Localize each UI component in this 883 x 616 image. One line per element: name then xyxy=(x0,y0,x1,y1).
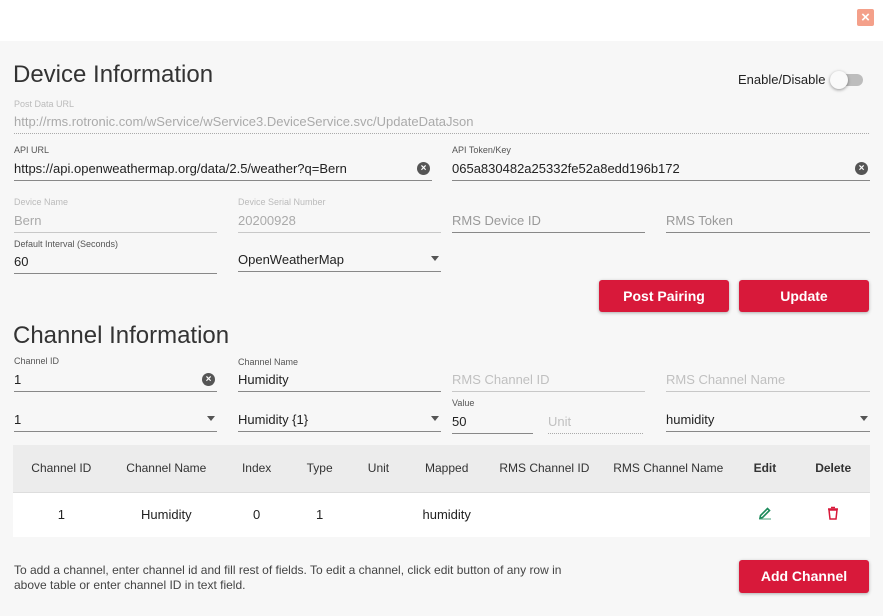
mapped-select-value: humidity xyxy=(666,412,715,427)
chevron-down-icon xyxy=(860,416,868,421)
api-url-value: https://api.openweathermap.org/data/2.5/… xyxy=(14,161,347,176)
api-token-input[interactable]: 065a830482a25332fe52a8edd196b172 × xyxy=(452,155,870,181)
dialog-body: Device Information Enable/Disable Post D… xyxy=(0,41,883,616)
interval-value: 60 xyxy=(14,254,29,269)
value-input[interactable]: 50 xyxy=(452,408,533,434)
cell-channel-name: Humidity xyxy=(141,507,192,523)
update-button[interactable]: Update xyxy=(739,280,869,312)
clear-icon[interactable]: × xyxy=(855,162,868,175)
col-type: Type xyxy=(306,461,333,476)
dialog-header: × xyxy=(0,0,883,41)
channels-table: Channel ID Channel Name Index Type Unit … xyxy=(13,445,870,537)
table-header-row: Channel ID Channel Name Index Type Unit … xyxy=(13,445,870,492)
rms-channel-id-input[interactable]: RMS Channel ID xyxy=(452,366,645,392)
serial-value: 20200928 xyxy=(238,213,296,228)
cell-mapped: humidity xyxy=(422,507,471,523)
col-delete: Delete xyxy=(815,461,852,476)
trash-icon[interactable] xyxy=(827,506,839,523)
col-channel-name: Channel Name xyxy=(126,461,207,476)
serial-field: 20200928 xyxy=(238,207,441,233)
value-value: 50 xyxy=(452,414,467,429)
enable-toggle-label: Enable/Disable xyxy=(738,72,826,87)
help-text: To add a channel, enter channel id and f… xyxy=(14,563,562,592)
post-url-value: http://rms.rotronic.com/wService/wServic… xyxy=(14,114,474,129)
chevron-down-icon xyxy=(431,256,439,261)
unit-field: Unit xyxy=(548,408,643,434)
mapped-select[interactable]: humidity xyxy=(666,406,870,432)
cell-rms-channel-name xyxy=(603,492,733,537)
toggle-knob xyxy=(830,71,848,89)
rms-token-placeholder: RMS Token xyxy=(666,213,733,228)
device-name-field: Bern xyxy=(14,207,217,233)
index-select-value: 1 xyxy=(14,412,22,427)
device-name-label: Device Name xyxy=(14,197,69,207)
col-edit: Edit xyxy=(753,461,777,476)
rms-channel-id-placeholder: RMS Channel ID xyxy=(452,372,550,387)
chevron-down-icon xyxy=(207,416,215,421)
col-rms-channel-id: RMS Channel ID xyxy=(499,461,590,476)
rms-channel-name-placeholder: RMS Channel Name xyxy=(666,372,786,387)
api-token-value: 065a830482a25332fe52a8edd196b172 xyxy=(452,161,680,176)
channel-id-label: Channel ID xyxy=(14,356,60,366)
device-name-value: Bern xyxy=(14,213,42,228)
provider-select[interactable]: OpenWeatherMap xyxy=(238,246,441,272)
api-url-label: API URL xyxy=(14,145,50,155)
channel-name-value: Humidity xyxy=(238,372,289,387)
cell-type: 1 xyxy=(316,507,324,523)
type-select-value: Humidity {1} xyxy=(238,412,309,427)
post-pairing-button[interactable]: Post Pairing xyxy=(599,280,729,312)
provider-value: OpenWeatherMap xyxy=(238,252,344,267)
close-icon[interactable]: × xyxy=(857,9,874,26)
rms-device-id-input[interactable]: RMS Device ID xyxy=(452,207,645,233)
api-url-input[interactable]: https://api.openweathermap.org/data/2.5/… xyxy=(14,155,432,181)
col-channel-id: Channel ID xyxy=(31,461,92,476)
cell-delete xyxy=(796,492,870,537)
rms-channel-name-input[interactable]: RMS Channel Name xyxy=(666,366,870,392)
col-index: Index xyxy=(241,461,272,476)
post-url-field: http://rms.rotronic.com/wService/wServic… xyxy=(14,108,869,134)
rms-token-input[interactable]: RMS Token xyxy=(666,207,870,233)
cell-channel-id: 1 xyxy=(57,507,65,523)
device-info-title: Device Information xyxy=(13,61,214,88)
chevron-down-icon xyxy=(431,416,439,421)
channel-name-input[interactable]: Humidity xyxy=(238,366,441,392)
interval-input[interactable]: 60 xyxy=(14,248,217,274)
rms-device-id-placeholder: RMS Device ID xyxy=(452,213,541,228)
channel-id-value: 1 xyxy=(14,372,22,387)
enable-toggle[interactable] xyxy=(830,70,864,90)
col-mapped: Mapped xyxy=(425,461,469,476)
value-label: Value xyxy=(452,398,475,408)
serial-label: Device Serial Number xyxy=(238,197,326,207)
type-select[interactable]: Humidity {1} xyxy=(238,406,441,432)
table-row[interactable]: 1 Humidity 0 1 humidity xyxy=(13,492,870,537)
cell-index: 0 xyxy=(253,507,261,523)
cell-edit xyxy=(733,492,796,537)
pencil-icon[interactable] xyxy=(758,506,772,523)
col-unit: Unit xyxy=(367,461,390,476)
channel-id-input[interactable]: 1 × xyxy=(14,366,217,392)
col-rms-channel-name: RMS Channel Name xyxy=(613,461,724,476)
cell-rms-channel-id xyxy=(486,492,604,537)
add-channel-button[interactable]: Add Channel xyxy=(739,560,869,593)
unit-placeholder: Unit xyxy=(548,414,572,429)
api-token-label: API Token/Key xyxy=(452,145,511,155)
clear-icon[interactable]: × xyxy=(417,162,430,175)
cell-unit xyxy=(349,492,408,537)
clear-icon[interactable]: × xyxy=(202,373,215,386)
channel-info-title: Channel Information xyxy=(13,322,230,349)
index-select[interactable]: 1 xyxy=(14,406,217,432)
